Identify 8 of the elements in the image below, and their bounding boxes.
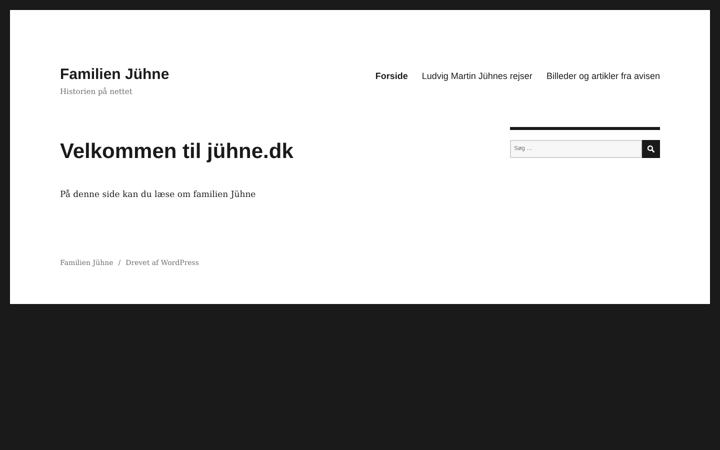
site-title[interactable]: Familien Jühne xyxy=(60,66,170,84)
search-button[interactable] xyxy=(642,140,660,158)
search-icon xyxy=(647,145,655,154)
page-text: På denne side kan du læse om familien Jühne xyxy=(60,189,257,202)
nav-link[interactable]: Ludvig Martin Jühnes rejser xyxy=(422,70,532,84)
page-heading: Velkommen til jühne.dk xyxy=(60,139,294,166)
nav-link[interactable]: Forside xyxy=(375,70,408,84)
nav-link[interactable]: Billeder og artikler fra avisen xyxy=(546,70,660,84)
